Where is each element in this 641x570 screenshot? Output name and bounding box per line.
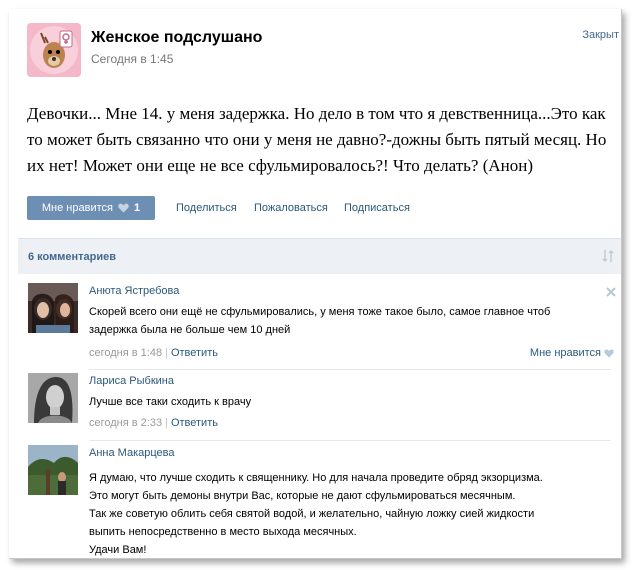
close-link[interactable]: Закрыт xyxy=(582,29,619,41)
comment-author[interactable]: Анюта Ястребова xyxy=(89,285,179,297)
share-link[interactable]: Поделиться xyxy=(176,202,237,214)
comment-text-line: Удачи Вам! xyxy=(89,544,147,556)
subscribe-link[interactable]: Подписаться xyxy=(344,202,410,214)
post-text: Девочки... Мне 14. у меня задержка. Но д… xyxy=(27,104,607,175)
post-time[interactable]: Сегодня в 1:45 xyxy=(91,52,173,66)
comment-like-label: Мне нравится xyxy=(529,347,601,359)
group-avatar[interactable] xyxy=(27,23,81,77)
comment-text-line: Это могут быть демоны внутри Вас, которы… xyxy=(89,490,516,502)
comment-time[interactable]: сегодня в 1:48 xyxy=(89,347,162,359)
like-button[interactable]: Мне нравится 1 xyxy=(27,196,155,220)
report-link[interactable]: Пожаловаться xyxy=(254,202,328,214)
comment-text-line: Лучше все таки сходить к врачу xyxy=(89,396,252,408)
comment-item: Анна Макарцева Я думаю, что лучше сходит… xyxy=(18,445,621,557)
divider xyxy=(89,440,611,441)
comment-meta: сегодня в 2:33 | Ответить xyxy=(89,417,218,429)
comment-text-line: задержка была не больше чем 10 дней xyxy=(89,324,291,336)
comments-header: 6 комментариев xyxy=(18,238,621,274)
like-button-label: Мне нравится xyxy=(41,202,113,214)
avatar[interactable] xyxy=(28,373,78,423)
comment-like-button[interactable]: Мне нравится xyxy=(530,347,614,359)
comment-text-line: Скорей всего они ещё не сфульмировались,… xyxy=(89,306,551,318)
comment-item: Анюта Ястребова Скорей всего они ещё не … xyxy=(18,283,621,363)
post-window: Женское подслушано Сегодня в 1:45 Закрыт… xyxy=(9,9,622,559)
group-name[interactable]: Женское подслушано xyxy=(91,29,262,47)
close-icon[interactable] xyxy=(606,287,616,297)
heart-icon xyxy=(118,203,129,213)
comments-count[interactable]: 6 комментариев xyxy=(28,251,116,263)
user-photo-icon xyxy=(28,373,78,423)
comment-text-line: выпить непосредственно в место выхода ме… xyxy=(89,526,357,538)
avatar[interactable] xyxy=(28,283,78,333)
divider xyxy=(89,369,611,370)
reply-link[interactable]: Ответить xyxy=(171,417,218,429)
comment-meta: сегодня в 1:48 | Ответить xyxy=(89,347,218,359)
reply-link[interactable]: Ответить xyxy=(171,347,218,359)
deer-logo-icon xyxy=(27,23,81,77)
comment-author[interactable]: Лариса Рыбкина xyxy=(89,375,174,387)
comment-author[interactable]: Анна Макарцева xyxy=(89,447,175,459)
comment-text-line: Я думаю, что лучше сходить к священнику.… xyxy=(89,472,543,484)
comment-time[interactable]: сегодня в 2:33 xyxy=(89,417,162,429)
user-photo-icon xyxy=(28,283,78,333)
like-count: 1 xyxy=(133,202,141,214)
comment-item: Лариса Рыбкина Лучше все таки сходить к … xyxy=(18,373,621,433)
avatar[interactable] xyxy=(28,445,78,495)
user-photo-icon xyxy=(28,445,78,495)
heart-icon xyxy=(604,349,614,358)
comment-text-line: Так же советую облить себя святой водой,… xyxy=(89,508,535,520)
sort-icon[interactable] xyxy=(602,249,614,263)
